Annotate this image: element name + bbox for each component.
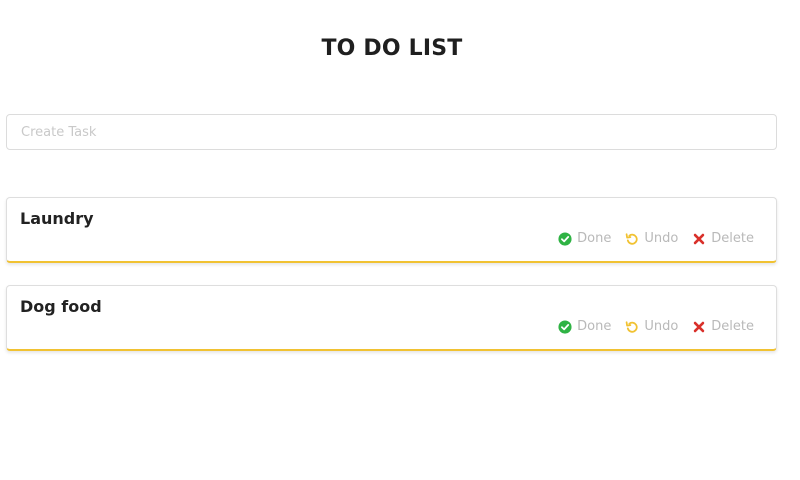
task-title: Laundry bbox=[20, 209, 94, 228]
done-button[interactable]: Done bbox=[558, 231, 611, 246]
undo-label: Undo bbox=[644, 231, 679, 246]
delete-button[interactable]: Delete bbox=[692, 231, 754, 246]
check-circle-icon bbox=[558, 319, 572, 334]
undo-icon bbox=[626, 320, 638, 333]
task-card: Laundry Done Undo Delete bbox=[6, 197, 777, 263]
delete-label: Delete bbox=[711, 319, 754, 334]
done-label: Done bbox=[577, 231, 612, 246]
create-task-input[interactable] bbox=[6, 114, 777, 150]
close-icon bbox=[694, 233, 705, 244]
undo-button[interactable]: Undo bbox=[625, 319, 678, 334]
task-actions: Done Undo Delete bbox=[544, 231, 754, 246]
done-label: Done bbox=[577, 319, 612, 334]
todo-app: TO DO LIST Laundry Done Undo bbox=[0, 0, 800, 480]
delete-label: Delete bbox=[711, 231, 754, 246]
done-button[interactable]: Done bbox=[558, 319, 611, 334]
close-icon bbox=[694, 321, 705, 332]
check-circle-icon bbox=[558, 231, 572, 246]
delete-button[interactable]: Delete bbox=[692, 319, 754, 334]
task-actions: Done Undo Delete bbox=[544, 319, 754, 334]
task-card: Dog food Done Undo Delete bbox=[6, 285, 777, 351]
undo-label: Undo bbox=[644, 319, 679, 334]
page-title: TO DO LIST bbox=[321, 36, 463, 61]
undo-button[interactable]: Undo bbox=[625, 231, 678, 246]
undo-icon bbox=[626, 232, 638, 245]
task-title: Dog food bbox=[20, 297, 102, 316]
